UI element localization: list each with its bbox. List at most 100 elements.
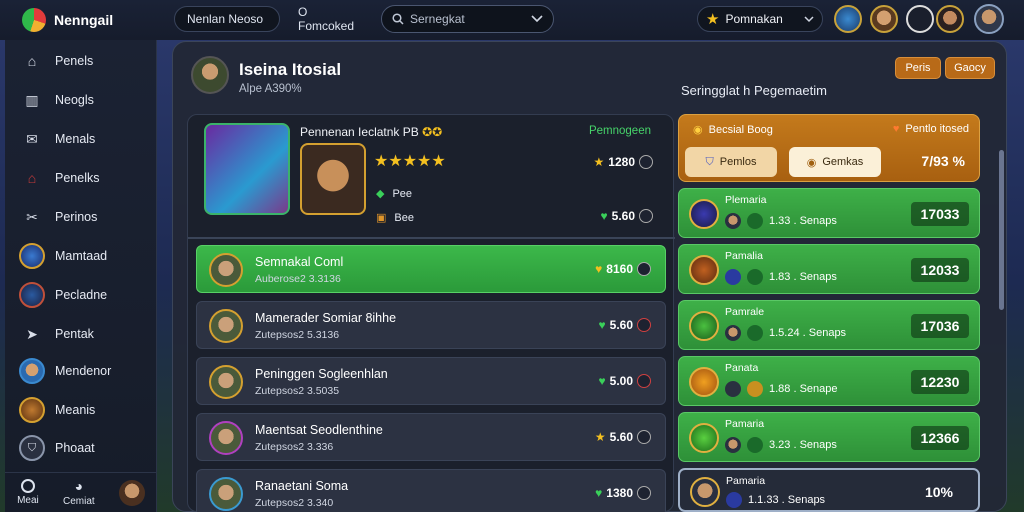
user-avatar[interactable] xyxy=(974,4,1004,34)
coin-icon xyxy=(637,486,651,500)
list-item[interactable]: Ranaetani Soma Zutepsos2 3.340 ♥ 1380 xyxy=(196,469,666,512)
featured-title: Pennenan Ieclatnk PB ✪✪ xyxy=(300,125,442,139)
ranking-row[interactable]: Plemaria 1.33 . Senaps 17033 xyxy=(678,188,980,238)
ranking-meta: 1.33 . Senaps xyxy=(725,213,837,229)
ranking-row[interactable]: Pamaria 3.23 . Senaps 12366 xyxy=(678,412,980,462)
ranking-row[interactable]: Pamaria 1.1.33 . Senaps 10% xyxy=(678,468,980,512)
sidebar-item-pentak[interactable]: ➤ Pentak xyxy=(19,319,94,349)
header-pill-2[interactable]: O Fomcoked xyxy=(286,5,376,33)
coin-icon xyxy=(637,262,651,276)
search-icon xyxy=(392,13,404,25)
top-bar: Nenngail Nenlan Neoso O Fomcoked ★ Pomna… xyxy=(0,0,1024,40)
list-item[interactable]: Maentsat Seodlenthine Zutepsos2 3.336 ★ … xyxy=(196,413,666,461)
coin-icon xyxy=(637,374,651,388)
sidebar-item-penels[interactable]: ⌂ Penels xyxy=(19,46,93,76)
ranking-percentage: 7/93 % xyxy=(921,153,965,169)
ranking-header-left: ◉ Becsial Boog xyxy=(693,123,773,137)
score-value: 8160 xyxy=(606,262,633,276)
brand[interactable]: Nenngail xyxy=(22,8,113,32)
list-item[interactable]: Mamerader Somiar 8ihhe Zutepsos2 5.3136 … xyxy=(196,301,666,349)
featured-title-text: Pennenan Ieclatnk PB xyxy=(300,125,419,139)
scrollbar[interactable] xyxy=(999,150,1004,310)
ranking-meta: 3.23 . Senaps xyxy=(725,437,837,453)
sidebar-item-perinos[interactable]: ✂ Perinos xyxy=(19,202,97,232)
avatar xyxy=(209,253,243,287)
featured-score-2: ♥ 5.60 xyxy=(601,209,653,223)
gaocy-button[interactable]: Gaocy xyxy=(945,57,995,79)
sidebar-item-label: Penelks xyxy=(55,171,100,185)
settings-icon[interactable] xyxy=(906,5,934,33)
score-value: 5.00 xyxy=(609,374,633,388)
list-item[interactable]: Semnakal Coml Auberose2 3.3136 ♥ 8160 xyxy=(196,245,666,293)
player-list: Semnakal Coml Auberose2 3.3136 ♥ 8160 Ma… xyxy=(188,237,675,512)
row-name: Mamerader Somiar 8ihhe xyxy=(255,311,397,325)
sidebar-bottom-label: Meai xyxy=(17,495,39,506)
search-bar[interactable] xyxy=(381,5,554,33)
sidebar-item-penelks[interactable]: ⌂ Penelks xyxy=(19,163,100,193)
main-panel: Iseina Itosial Alpe A390% Peris Gaocy Se… xyxy=(172,41,1007,512)
sidebar-item-mamtaad[interactable]: Mamtaad xyxy=(19,241,107,271)
avatar xyxy=(725,325,741,341)
character-icon xyxy=(19,358,45,384)
row-name: Maentsat Seodlenthine xyxy=(255,423,383,437)
tab-gemkas[interactable]: ◉ Gemkas xyxy=(789,147,881,177)
peris-button[interactable]: Peris xyxy=(895,57,941,79)
ranking-header: ◉ Becsial Boog ♥ Pentlo itosed ⛉ Pemlos … xyxy=(678,114,980,182)
friends-icon[interactable] xyxy=(834,5,862,33)
ranking-row[interactable]: Pamalia 1.83 . Senaps 12033 xyxy=(678,244,980,294)
home-icon: ⌂ xyxy=(27,53,37,69)
sidebar-item-neogls[interactable]: ▥ Neogls xyxy=(19,85,94,115)
sidebar-item-pecladne[interactable]: Pecladne xyxy=(19,280,107,310)
avatar xyxy=(725,381,741,397)
party-icon[interactable] xyxy=(936,5,964,33)
ranking-row[interactable]: Pamrale 1.5.24 . Senaps 17036 xyxy=(678,300,980,350)
guild-icon xyxy=(689,255,719,285)
ranking-row[interactable]: Panata 1.88 . Senape 12230 xyxy=(678,356,980,406)
chevron-down-icon xyxy=(804,15,814,22)
search-input[interactable] xyxy=(410,12,520,26)
ranking-value: 10% xyxy=(924,484,954,500)
featured-card[interactable]: Pennenan Ieclatnk PB ✪✪ Pemnogeen ★★★★★ … xyxy=(196,119,667,231)
list-item[interactable]: Peninggen Sogleenhlan Zutepsos2 3.5035 ♥… xyxy=(196,357,666,405)
emblem-icon xyxy=(726,492,742,508)
star-icon: ★ xyxy=(593,155,605,169)
row-name: Peninggen Sogleenhlan xyxy=(255,367,388,381)
shield-icon: ⛉ xyxy=(705,155,714,168)
arrow-icon: ➤ xyxy=(26,325,38,342)
coin-icon: ◉ xyxy=(806,156,817,169)
emblem-icon xyxy=(747,437,763,453)
ranking-meta-text: 3.23 . Senaps xyxy=(769,439,837,451)
row-subtitle: Zutepsos2 5.3136 xyxy=(255,329,340,341)
sidebar-bottom-cemiat[interactable]: ◕ Cemiat xyxy=(63,478,95,507)
sidebar-item-phoaat[interactable]: ⛉ Phoaat xyxy=(19,433,95,463)
featured-line-text: Bee xyxy=(394,211,414,224)
tab-label: Gemkas xyxy=(822,156,864,168)
heart-icon: ♥ xyxy=(892,123,900,135)
header-pill-1[interactable]: Nenlan Neoso xyxy=(174,6,280,32)
avatar xyxy=(209,309,243,343)
featured-tag: Pemnogeen xyxy=(588,125,651,137)
avatar xyxy=(209,365,243,399)
sidebar-item-label: Menals xyxy=(55,132,96,146)
sidebar-item-menals[interactable]: ✉ Menals xyxy=(19,124,95,154)
sidebar-item-mendenor[interactable]: Mendenor xyxy=(19,356,111,386)
coin-icon xyxy=(637,430,651,444)
avatar xyxy=(209,477,243,511)
section-heading: Seringglat h Pegemaetim xyxy=(681,83,827,98)
chart-icon: ▥ xyxy=(25,91,39,108)
hero-avatar-icon[interactable] xyxy=(870,5,898,33)
sidebar-bottom-avatar[interactable] xyxy=(118,479,145,506)
ranking-name: Pamrale xyxy=(725,306,765,318)
sidebar-bottom-meai[interactable]: Meai xyxy=(17,479,39,506)
avatar xyxy=(209,421,243,455)
heart-icon: ♥ xyxy=(595,262,603,276)
avatar xyxy=(725,269,741,285)
app-logo-icon xyxy=(22,8,46,32)
tab-pemlos[interactable]: ⛉ Pemlos xyxy=(685,147,777,177)
row-subtitle: Zutepsos2 3.340 xyxy=(255,497,334,509)
sidebar-item-meanis[interactable]: Meanis xyxy=(19,395,95,425)
profile-dropdown[interactable]: ★ Pomnakan xyxy=(697,6,823,32)
heart-icon: ♥ xyxy=(595,486,603,500)
hero-portrait-secondary xyxy=(300,143,366,215)
right-column: ◉ Becsial Boog ♥ Pentlo itosed ⛉ Pemlos … xyxy=(678,114,980,512)
